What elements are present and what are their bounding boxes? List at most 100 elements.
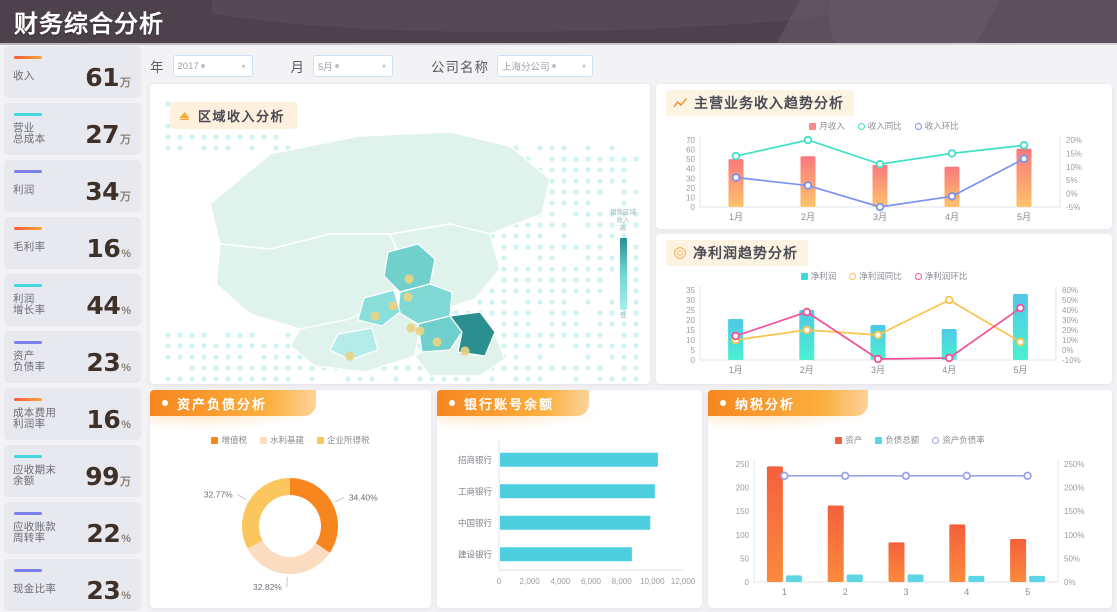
svg-text:3月: 3月 [873, 212, 887, 222]
kpi-value: 22 [86, 519, 120, 548]
bar [968, 576, 984, 582]
svg-text:8,000: 8,000 [612, 577, 633, 586]
month-filter-label: 月 [291, 56, 306, 76]
kpi-accent-bar [14, 284, 42, 287]
legend-item[interactable]: 负债总额 [875, 434, 919, 446]
svg-text:34.40%: 34.40% [349, 492, 378, 502]
company-select[interactable]: 上海分公司 ▾ [497, 55, 593, 77]
svg-text:1: 1 [782, 587, 787, 597]
data-point [781, 473, 788, 480]
kpi-card[interactable]: 营业 总成本 27万 [4, 103, 141, 155]
coin-icon [673, 246, 687, 260]
kpi-card[interactable]: 毛利率 16% [4, 217, 141, 269]
svg-text:0: 0 [745, 578, 750, 587]
legend-swatch-icon [915, 123, 922, 130]
legend-label: 企业所得税 [327, 434, 370, 446]
svg-text:2月: 2月 [801, 212, 815, 222]
legend-label: 净利润 [811, 270, 837, 282]
svg-text:5月: 5月 [1013, 365, 1027, 375]
legend-item[interactable]: 净利润同比 [849, 270, 902, 282]
bullet-icon [162, 400, 168, 406]
legend-label: 收入环比 [925, 120, 959, 132]
legend-item[interactable]: 净利润环比 [915, 270, 968, 282]
map-legend-high-label: 高 [610, 225, 636, 233]
svg-text:40%: 40% [1062, 306, 1078, 315]
legend-item[interactable]: 资产 [835, 434, 862, 446]
year-select[interactable]: 2017 ▾ [173, 55, 253, 77]
kpi-unit: % [121, 248, 131, 260]
donut-slice[interactable] [242, 478, 290, 549]
kpi-card[interactable]: 成本费用 利润率 16% [4, 388, 141, 440]
legend-label: 资产 [845, 434, 862, 446]
legend-item[interactable]: 资产负债率 [932, 434, 985, 446]
data-point [1017, 305, 1024, 312]
data-point [733, 153, 740, 160]
month-select[interactable]: 5月 ▾ [313, 55, 393, 77]
legend-item[interactable]: 收入同比 [858, 120, 902, 132]
bar [873, 165, 888, 207]
kpi-card[interactable]: 利润 34万 [4, 160, 141, 212]
donut-slice[interactable] [248, 541, 330, 574]
legend-swatch-icon [915, 273, 922, 280]
svg-text:10: 10 [686, 336, 695, 345]
legend-swatch-icon [809, 123, 816, 130]
kpi-card[interactable]: 应收账款 周转率 22% [4, 502, 141, 554]
legend-item[interactable]: 收入环比 [915, 120, 959, 132]
data-point [732, 333, 739, 340]
bar [908, 574, 924, 582]
data-point [903, 473, 910, 480]
asset-liability-header: 资产负债分析 [150, 390, 316, 416]
kpi-value: 61 [85, 63, 119, 92]
kpi-value-wrap: 34万 [61, 177, 135, 206]
legend-item[interactable]: 净利润 [801, 270, 837, 282]
china-map[interactable] [150, 84, 650, 384]
kpi-unit: 万 [120, 77, 131, 89]
svg-text:60: 60 [686, 146, 695, 155]
legend-swatch-icon [317, 437, 324, 444]
map-legend-title: 销售区域 收入 [610, 209, 636, 225]
svg-text:0: 0 [691, 356, 696, 365]
profit-trend-title: 净利润趋势分析 [693, 243, 798, 263]
legend-item[interactable]: 增值税 [211, 434, 247, 446]
profit-trend-panel: 净利润趋势分析 净利润 净利润同比 净利润环比 0 5 10 15 20 25 30 35 -10%… [656, 234, 1112, 384]
kpi-unit: % [121, 362, 131, 374]
kpi-card[interactable]: 收入 61万 [4, 46, 141, 98]
svg-text:32.82%: 32.82% [253, 582, 282, 592]
svg-text:5月: 5月 [1017, 212, 1031, 222]
svg-text:200%: 200% [1064, 484, 1084, 493]
kpi-value: 16 [86, 234, 120, 263]
profit-trend-legend: 净利润 净利润同比 净利润环比 [656, 270, 1112, 282]
legend-swatch-icon [835, 437, 842, 444]
bar [500, 516, 650, 530]
kpi-label: 成本费用 利润率 [13, 408, 61, 431]
svg-text:20: 20 [686, 316, 695, 325]
legend-item[interactable]: 月收入 [809, 120, 845, 132]
kpi-value-wrap: 16% [61, 405, 135, 434]
kpi-value-wrap: 44% [61, 291, 135, 320]
kpi-card[interactable]: 应收期末 余额 99万 [4, 445, 141, 497]
legend-label: 净利润环比 [925, 270, 968, 282]
svg-text:0: 0 [497, 577, 502, 586]
kpi-label: 收入 [13, 71, 61, 83]
data-point [875, 356, 882, 363]
legend-swatch-icon [849, 273, 856, 280]
map-title: 区域收入分析 [198, 106, 285, 125]
bar [847, 574, 863, 582]
data-point [877, 161, 884, 168]
kpi-value: 23 [86, 576, 120, 605]
data-point [946, 297, 953, 304]
kpi-card[interactable]: 资产 负债率 23% [4, 331, 141, 383]
bar [889, 542, 905, 582]
kpi-card[interactable]: 现金比率 23% [4, 559, 141, 611]
svg-text:10%: 10% [1066, 163, 1082, 172]
svg-text:2: 2 [843, 587, 848, 597]
legend-item[interactable]: 企业所得税 [317, 434, 370, 446]
kpi-card[interactable]: 利润 增长率 44% [4, 274, 141, 326]
svg-text:60%: 60% [1062, 286, 1078, 295]
kpi-accent-bar [14, 113, 42, 116]
legend-item[interactable]: 水利基建 [260, 434, 304, 446]
donut-slice[interactable] [290, 478, 338, 553]
kpi-accent-bar [14, 56, 42, 59]
data-point [949, 193, 956, 200]
bar [828, 506, 844, 582]
